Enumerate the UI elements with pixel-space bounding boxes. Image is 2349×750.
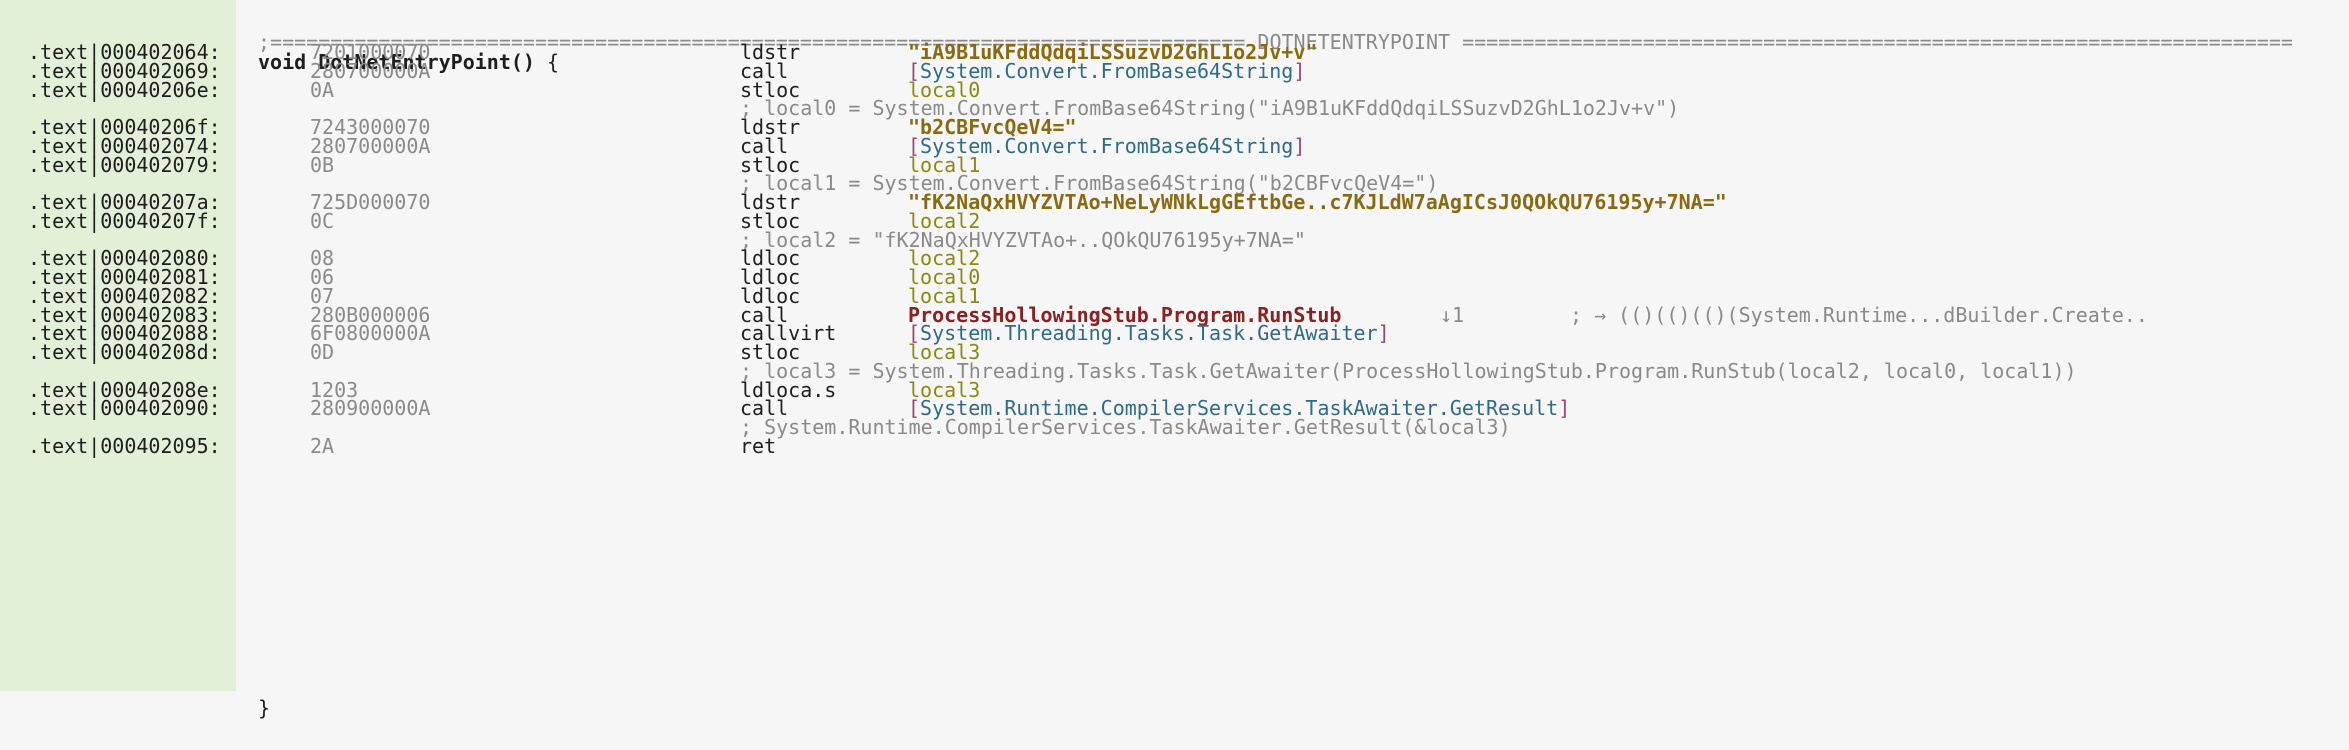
- address-offset[interactable]: 000402095:: [100, 434, 220, 458]
- section-name: .text: [28, 433, 89, 458]
- disassembly-listing: ;=======================================…: [0, 0, 2349, 720]
- instruction-line[interactable]: .text|000402095: 2A ret: [0, 432, 2349, 460]
- instruction-bytes: 2A: [310, 433, 335, 458]
- close-brace: }: [258, 696, 271, 720]
- instruction-address[interactable]: .text|000402095:: [28, 432, 221, 460]
- instruction-mnemonic[interactable]: ret: [740, 432, 776, 460]
- closing-brace-line: }: [0, 666, 2349, 720]
- section-separator: |: [88, 433, 101, 458]
